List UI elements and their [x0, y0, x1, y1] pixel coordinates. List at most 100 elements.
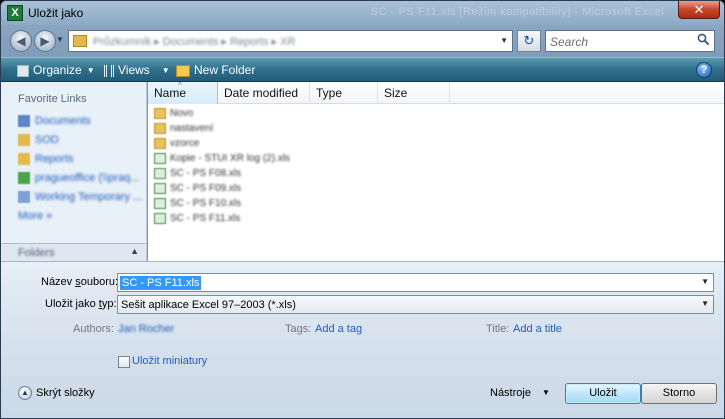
sidebar-item-sod[interactable]: SOD: [18, 132, 59, 148]
list-item[interactable]: nastavení: [154, 121, 213, 136]
sidebar-item-more[interactable]: More »: [18, 208, 52, 224]
excel-file-icon: [154, 183, 166, 195]
list-item[interactable]: SC - PS F08.xls: [154, 166, 241, 181]
chevron-down-icon[interactable]: ▼: [701, 277, 709, 286]
file-name: Novo: [170, 108, 194, 120]
views-label: Views: [118, 63, 150, 77]
title-label: Title:: [486, 323, 510, 335]
excel-file-icon: [154, 198, 166, 210]
authors-value[interactable]: Jan Rocher: [118, 323, 174, 335]
search-icon[interactable]: [697, 33, 710, 49]
save-type-select[interactable]: Sešit aplikace Excel 97–2003 (*.xls) ▼: [117, 295, 714, 314]
folder-icon: [154, 138, 166, 150]
file-name: SC - PS F08.xls: [170, 168, 242, 180]
save-thumbnail-label[interactable]: Uložit miniatury: [132, 355, 207, 367]
sidebar-item-label: Documents: [35, 114, 91, 127]
filename-value[interactable]: SC - PS F11.xls: [120, 276, 202, 290]
file-name: SC - PS F11.xls: [170, 213, 241, 225]
list-item[interactable]: SC - PS F10.xls: [154, 196, 241, 211]
sidebar-item-reports[interactable]: Reports: [18, 151, 74, 167]
file-list: ^ Name Date modified Type Size Novo nasta…: [148, 81, 724, 261]
favorite-links-heading: Favorite Links: [18, 93, 87, 105]
file-name: SC - PS F09.xls: [170, 183, 242, 195]
chevron-down-icon[interactable]: ▼: [500, 36, 508, 45]
cancel-button[interactable]: Storno: [641, 383, 717, 404]
chevron-down-icon[interactable]: ▼: [542, 388, 550, 397]
views-icon: [104, 64, 114, 77]
excel-file-icon: [154, 213, 166, 225]
folder-icon: [154, 123, 166, 135]
column-header-date[interactable]: Date modified: [218, 82, 310, 104]
filename-label: Název souboru:: [41, 276, 119, 288]
folder-icon: [18, 133, 30, 146]
search-input[interactable]: Search: [545, 30, 715, 52]
title-bar: X Uložit jako SC - PS F11.xls [Režim kom…: [1, 1, 724, 25]
new-folder-label: New Folder: [194, 63, 256, 77]
new-folder-button[interactable]: New Folder: [176, 63, 255, 77]
chevron-down-icon: ▼: [86, 66, 95, 75]
save-type-value: Sešit aplikace Excel 97–2003 (*.xls): [121, 299, 296, 311]
forward-button[interactable]: ▶: [34, 30, 56, 52]
organize-button[interactable]: Organize ▼: [17, 63, 95, 77]
folders-toggle[interactable]: Folders ▲: [1, 243, 146, 261]
refresh-button[interactable]: ↻: [517, 30, 541, 52]
sidebar-item-documents[interactable]: Documents: [18, 113, 91, 129]
list-item[interactable]: Novo: [154, 106, 193, 121]
sidebar-item-label: Reports: [35, 152, 74, 165]
sidebar-item-pragueoffice[interactable]: pragueoffice (\\praq...: [18, 170, 139, 186]
background-window-title: SC - PS F11.xls [Režim kompatibility] - …: [371, 6, 665, 18]
sidebar-item-label: pragueoffice (\\praq...: [35, 171, 140, 184]
folder-icon: [73, 35, 87, 47]
address-bar[interactable]: Průzkumník ▸ Documents ▸ Reports ▸ XR ▼: [68, 30, 513, 52]
tools-button[interactable]: Nástroje: [490, 387, 531, 399]
file-name: Kopie - STUI XR log (2).xls: [170, 153, 291, 165]
window-title: Uložit jako: [28, 6, 84, 20]
documents-icon: [18, 114, 30, 127]
views-button[interactable]: Views ▼: [104, 63, 170, 77]
file-name: vzorce: [170, 138, 200, 150]
column-header-size[interactable]: Size: [378, 82, 450, 104]
organize-icon: [17, 64, 29, 77]
organize-label: Organize: [33, 63, 82, 77]
sidebar-item-label: Working Temporary ...: [35, 190, 143, 203]
save-thumbnail-checkbox[interactable]: [118, 356, 130, 368]
sidebar-item-working-temporary[interactable]: Working Temporary ...: [18, 189, 142, 205]
address-row: ◀ ▶ ▼ Průzkumník ▸ Documents ▸ Reports ▸…: [1, 27, 724, 55]
list-item[interactable]: SC - PS F11.xls: [154, 211, 240, 226]
chevron-down-icon: ▼: [161, 66, 170, 75]
save-form: Název souboru: SC - PS F11.xls ▼ Uložit …: [1, 261, 724, 418]
excel-file-icon: [154, 153, 166, 165]
file-name: nastavení: [170, 123, 214, 135]
authors-label: Authors:: [73, 323, 114, 335]
column-header-type[interactable]: Type: [310, 82, 378, 104]
help-button[interactable]: ?: [696, 62, 712, 78]
save-button[interactable]: Uložit: [565, 383, 641, 404]
navigation-pane: Favorite Links Documents SOD Reports pra…: [1, 82, 147, 261]
back-button[interactable]: ◀: [10, 30, 32, 52]
network-folder-icon: [18, 171, 30, 184]
save-type-label: Uložit jako typ:: [45, 298, 117, 310]
title-field[interactable]: Add a title: [513, 323, 562, 335]
close-button[interactable]: ✕: [678, 1, 720, 19]
file-name: SC - PS F10.xls: [170, 198, 242, 210]
folders-label: Folders: [18, 247, 55, 259]
sort-ascending-icon: ^: [178, 81, 182, 90]
chevron-down-icon[interactable]: ▼: [701, 299, 709, 308]
list-item[interactable]: SC - PS F09.xls: [154, 181, 241, 196]
list-item[interactable]: Kopie - STUI XR log (2).xls: [154, 151, 290, 166]
filename-field[interactable]: SC - PS F11.xls ▼: [117, 273, 714, 292]
hide-folders-icon[interactable]: ▲: [18, 386, 32, 400]
list-item[interactable]: vzorce: [154, 136, 199, 151]
chevron-up-icon: ▲: [130, 246, 139, 256]
tags-label: Tags:: [285, 323, 312, 335]
sidebar-item-label: More »: [18, 209, 53, 222]
save-as-dialog: X Uložit jako SC - PS F11.xls [Režim kom…: [0, 0, 725, 419]
tags-field[interactable]: Add a tag: [315, 323, 362, 335]
recent-pages-dropdown[interactable]: ▼: [56, 35, 66, 47]
hide-folders-button[interactable]: Skrýt složky: [36, 387, 95, 399]
column-header-name[interactable]: ^ Name: [148, 81, 218, 104]
column-headers: ^ Name Date modified Type Size: [148, 81, 724, 104]
folder-icon: [18, 152, 30, 165]
excel-file-icon: [154, 168, 166, 180]
folder-icon: [18, 190, 30, 203]
